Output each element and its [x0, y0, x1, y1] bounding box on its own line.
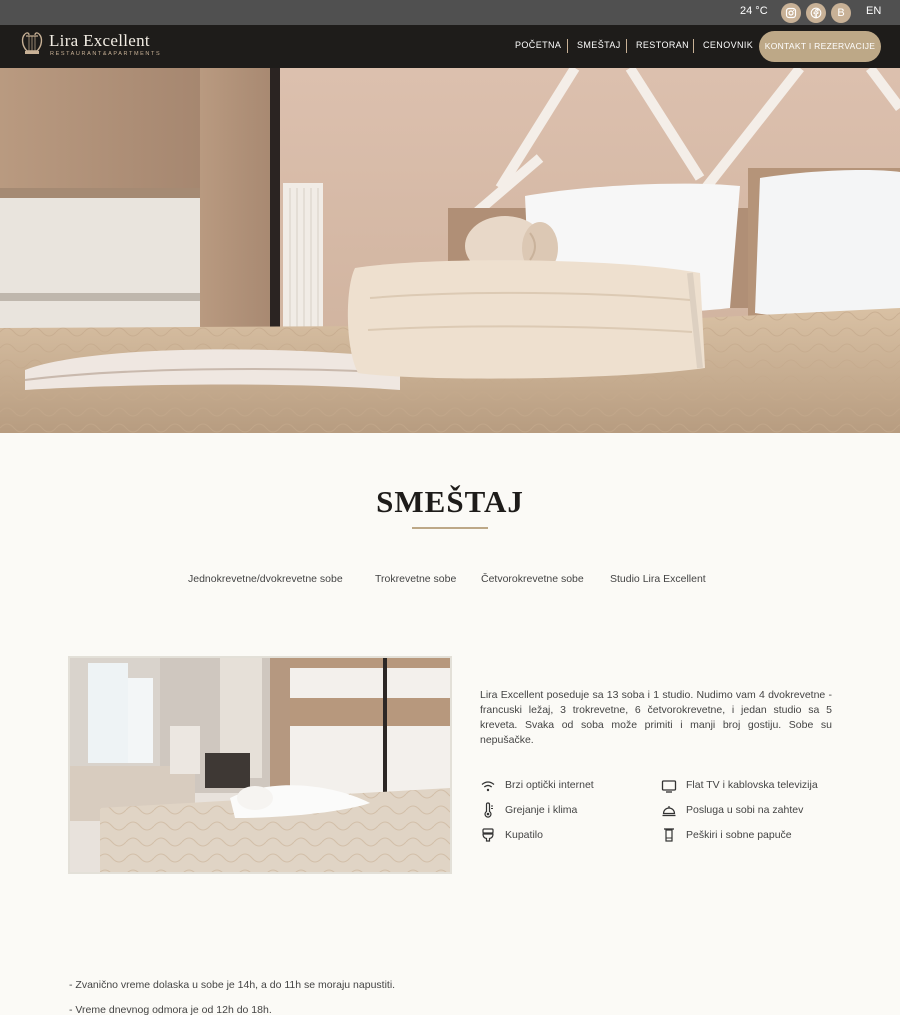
- facebook-icon[interactable]: [806, 3, 826, 23]
- main-navbar: Lira Excellent RESTAURANT&APARTMENTS POČ…: [0, 25, 900, 68]
- booking-icon[interactable]: B: [831, 3, 851, 23]
- nav-item-pocetna[interactable]: POČETNA: [515, 40, 561, 50]
- top-utility-bar: 24 °C B EN: [0, 0, 900, 25]
- hero-image: [0, 68, 900, 433]
- tab-single-double-rooms[interactable]: Jednokrevetne/dvokrevetne sobe: [188, 573, 343, 585]
- check-in-note: - Zvanično vreme dolaska u sobe je 14h, …: [69, 979, 396, 991]
- contact-reservation-button[interactable]: KONTAKT I REZERVACIJE: [759, 31, 881, 62]
- wifi-icon: [481, 781, 495, 792]
- room-photo: [68, 656, 452, 874]
- room-photo-illustration: [70, 658, 450, 872]
- quiet-hours-note: - Vreme dnevnog odmora je od 12h do 18h.: [69, 1004, 272, 1015]
- temperature-readout: 24 °C: [740, 5, 768, 17]
- intro-paragraph: Lira Excellent poseduje sa 13 soba i 1 s…: [480, 689, 832, 746]
- nav-item-cenovnik[interactable]: CENOVNIK: [703, 40, 753, 50]
- hero-bedroom-illustration: [0, 68, 900, 433]
- tab-studio[interactable]: Studio Lira Excellent: [610, 573, 706, 585]
- nav-divider: [626, 39, 627, 53]
- amenity-label: Brzi optički internet: [505, 779, 594, 791]
- nav-item-restoran[interactable]: RESTORAN: [636, 40, 689, 50]
- logo-title: Lira Excellent: [49, 31, 150, 50]
- title-underline: [412, 527, 488, 529]
- service-bell-icon: [662, 806, 676, 817]
- thermometer-icon: [484, 802, 493, 818]
- instagram-icon[interactable]: [781, 3, 801, 23]
- amenity-label: Posluga u sobi na zahtev: [686, 804, 804, 816]
- toilet-icon: [482, 828, 494, 842]
- logo[interactable]: Lira Excellent RESTAURANT&APARTMENTS: [20, 30, 180, 62]
- tab-quadruple-rooms[interactable]: Četvorokrevetne sobe: [481, 573, 584, 585]
- logo-subtitle: RESTAURANT&APARTMENTS: [50, 51, 162, 57]
- booking-glyph: B: [837, 7, 845, 19]
- language-switch[interactable]: EN: [866, 5, 881, 17]
- amenity-label: Kupatilo: [505, 829, 543, 841]
- nav-divider: [567, 39, 568, 53]
- nav-divider: [693, 39, 694, 53]
- amenity-label: Grejanje i klima: [505, 804, 578, 816]
- lyre-icon: [21, 32, 43, 54]
- tv-icon: [661, 780, 677, 793]
- instagram-glyph: [785, 7, 797, 19]
- facebook-glyph: [810, 7, 822, 19]
- amenity-label: Peškiri i sobne papuče: [686, 829, 792, 841]
- towel-icon: [664, 828, 674, 842]
- nav-item-smestaj[interactable]: SMEŠTAJ: [577, 40, 621, 50]
- tab-triple-rooms[interactable]: Trokrevetne sobe: [375, 573, 456, 585]
- page-title: SMEŠTAJ: [376, 484, 524, 519]
- amenity-label: Flat TV i kablovska televizija: [686, 779, 818, 791]
